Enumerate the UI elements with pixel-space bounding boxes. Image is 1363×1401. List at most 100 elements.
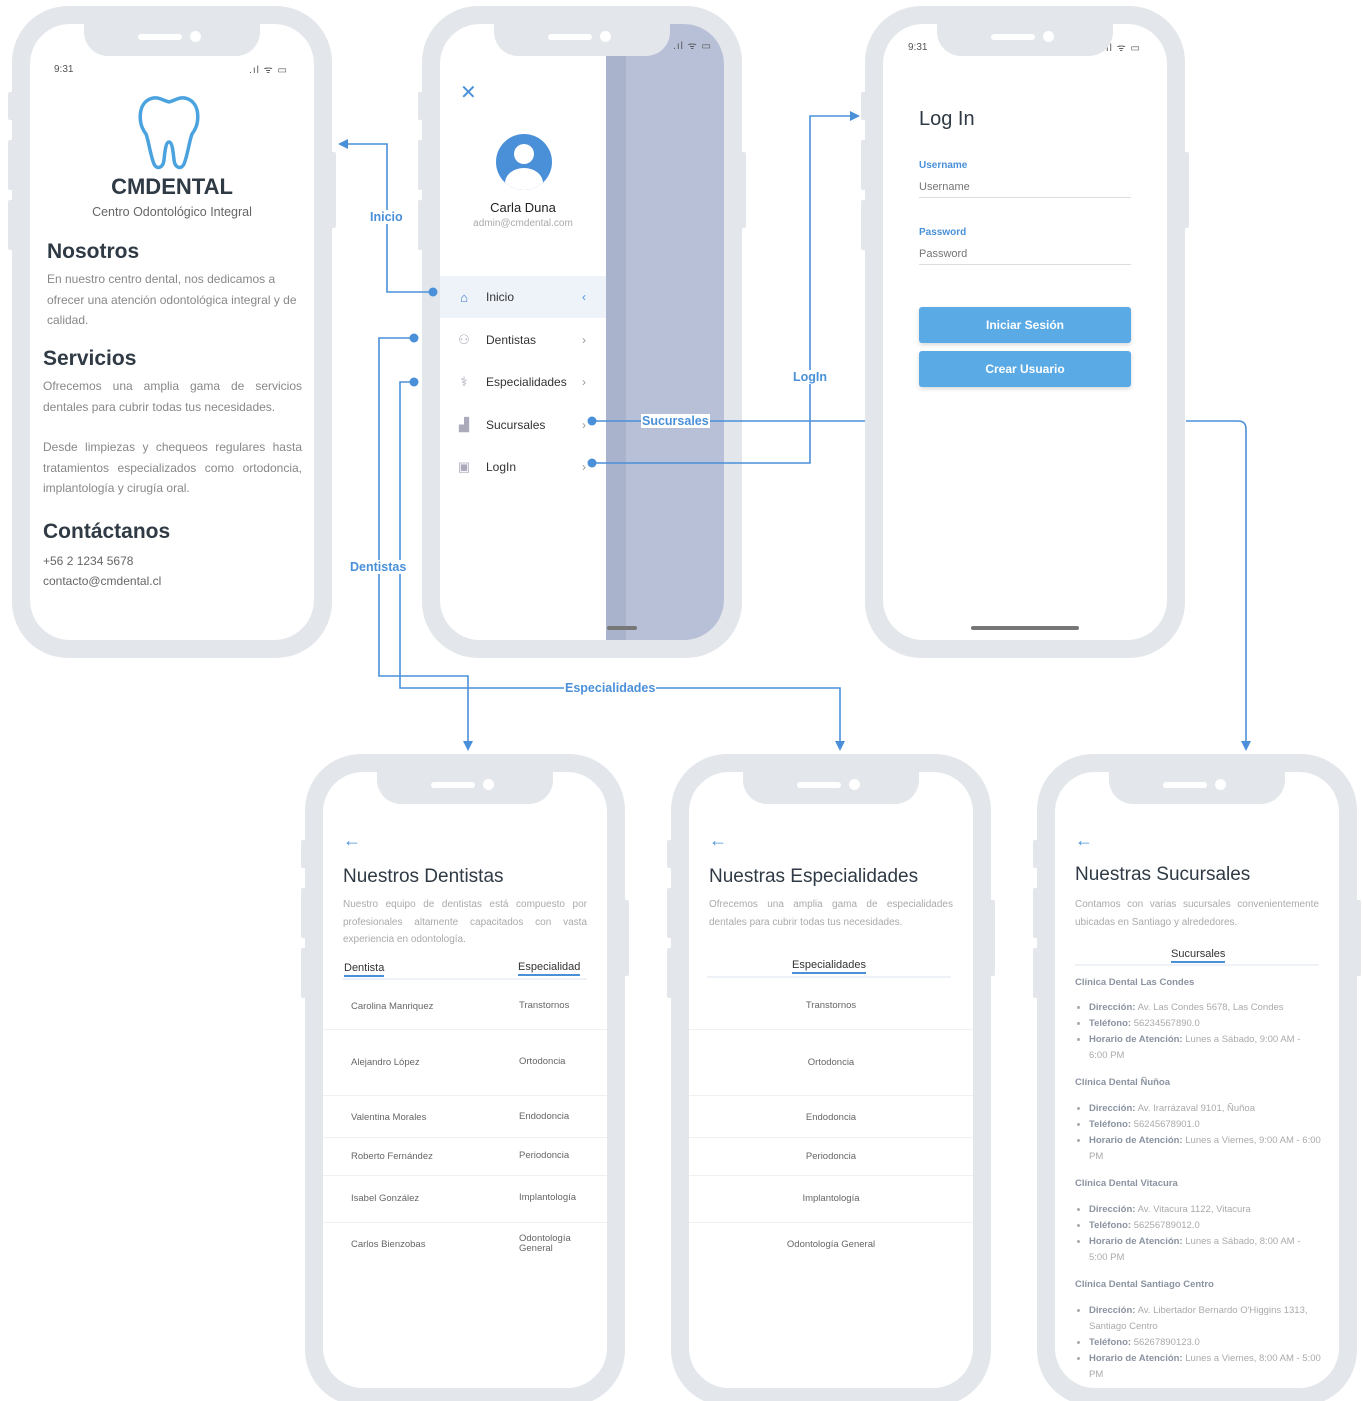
- brand-subtitle: Centro Odontológico Integral: [92, 205, 252, 219]
- table-row[interactable]: Roberto Fernández Periodoncia: [323, 1138, 607, 1176]
- specialties-screen: ← Nuestras Especialidades Ofrecemos una …: [689, 772, 973, 1388]
- page-title: Nuestras Sucursales: [1075, 864, 1251, 885]
- dentist-specialty: Endodoncia: [519, 1111, 570, 1122]
- menu-screen: .ıl ᯤ ▭ ✕ Carla Duna admin@cmdental.com …: [440, 24, 724, 640]
- password-label: Password: [919, 227, 967, 238]
- table-row[interactable]: Alejandro López Ortodoncia: [323, 1030, 607, 1096]
- chevron-right-icon: ›: [582, 460, 586, 474]
- dentists-screen-phone: ← Nuestros Dentistas Nuestro equipo de d…: [301, 754, 629, 1401]
- username-input[interactable]: [919, 176, 1131, 198]
- table-row[interactable]: Valentina Morales Endodoncia: [323, 1096, 607, 1138]
- page-description: Nuestro equipo de dentistas está compues…: [343, 899, 587, 945]
- branch-name: Clínica Dental Las Condes: [1075, 977, 1195, 988]
- create-user-button[interactable]: Crear Usuario: [919, 351, 1131, 387]
- brand-name: CMDENTAL: [111, 174, 233, 199]
- dentist-specialty: Implantología: [519, 1192, 577, 1203]
- column-header-specialty[interactable]: Especialidad: [518, 961, 581, 976]
- chevron-right-icon: ›: [582, 375, 586, 389]
- column-header-dentist[interactable]: Dentista: [344, 962, 385, 977]
- specialty-name: Endodoncia: [805, 1112, 857, 1123]
- back-arrow-icon[interactable]: ←: [1075, 830, 1093, 851]
- column-header-branches[interactable]: Sucursales: [1171, 948, 1226, 963]
- dentist-name: Valentina Morales: [351, 1112, 427, 1123]
- notch: [377, 772, 553, 804]
- home-screen-phone: 9:31 .ıl ᯤ ▭ CMDENTAL Centro Odontológic…: [8, 6, 336, 658]
- dentist-name: Carlos Bienzobas: [351, 1239, 426, 1250]
- home-screen: 9:31 .ıl ᯤ ▭ CMDENTAL Centro Odontológic…: [30, 24, 314, 640]
- dentist-name: Roberto Fernández: [351, 1151, 433, 1162]
- page-title: Nuestras Especialidades: [709, 866, 919, 887]
- building-icon: ▟: [459, 417, 469, 432]
- specialty-name: Odontología General: [786, 1239, 876, 1250]
- page-title: Nuestros Dentistas: [343, 866, 504, 887]
- status-time: 9:31: [54, 64, 74, 75]
- user-email: admin@cmdental.com: [473, 218, 573, 229]
- list-item[interactable]: Transtornos: [689, 982, 973, 1030]
- menu-item-login[interactable]: ▣ LogIn ›: [440, 446, 606, 488]
- tooth-icon: ⚕: [460, 374, 468, 389]
- table-row[interactable]: Isabel González Implantología: [323, 1176, 607, 1223]
- signin-button[interactable]: Iniciar Sesión: [919, 307, 1131, 343]
- specialty-name: Periodoncia: [805, 1151, 857, 1162]
- chevron-left-icon: ‹: [582, 290, 586, 304]
- dentist-name: Alejandro López: [351, 1057, 420, 1068]
- connector-label-especialidades: Especialidades: [564, 681, 657, 695]
- tooth-logo-icon: [138, 96, 200, 170]
- dentist-name: Isabel González: [351, 1193, 420, 1204]
- menu-screen-phone: .ıl ᯤ ▭ ✕ Carla Duna admin@cmdental.com …: [418, 6, 746, 658]
- home-icon: ⌂: [460, 289, 468, 305]
- column-header-specialties[interactable]: Especialidades: [792, 959, 866, 974]
- services-text-1: Ofrecemos una amplia gama de servicios d…: [43, 379, 302, 414]
- specialty-name: Ortodoncia: [807, 1057, 855, 1068]
- contact-phone[interactable]: +56 2 1234 5678: [43, 551, 133, 572]
- branch-name: Clínica Dental Vitacura: [1075, 1178, 1178, 1189]
- table-row[interactable]: Carolina Manriquez Transtornos: [323, 984, 607, 1030]
- list-item[interactable]: Implantología: [689, 1176, 973, 1223]
- login-screen: 9:31 .ıl ᯤ ▭ Log In Username Password In…: [883, 24, 1167, 640]
- login-screen-phone: 9:31 .ıl ᯤ ▭ Log In Username Password In…: [861, 6, 1189, 658]
- list-item[interactable]: Endodoncia: [689, 1096, 973, 1138]
- services-title: Servicios: [43, 347, 137, 370]
- connector-label-sucursales: Sucursales: [641, 414, 710, 428]
- about-title: Nosotros: [47, 240, 140, 263]
- menu-item-label: Sucursales: [486, 418, 546, 432]
- back-arrow-icon[interactable]: ←: [709, 830, 727, 851]
- contact-title: Contáctanos: [43, 520, 171, 543]
- menu-item-dentistas[interactable]: ⚇ Dentistas ›: [440, 319, 606, 361]
- services-text-2: Desde limpiezas y chequeos regulares has…: [43, 440, 302, 495]
- back-arrow-icon[interactable]: ←: [343, 830, 361, 851]
- dentists-screen: ← Nuestros Dentistas Nuestro equipo de d…: [323, 772, 607, 1388]
- username-label: Username: [919, 160, 968, 171]
- menu-item-label: Dentistas: [486, 333, 537, 347]
- close-icon[interactable]: ✕: [460, 80, 477, 105]
- contact-email[interactable]: contacto@cmdental.cl: [43, 571, 161, 592]
- list-item[interactable]: Odontología General: [689, 1223, 973, 1273]
- status-time: 9:31: [908, 42, 928, 53]
- about-text: En nuestro centro dental, nos dedicamos …: [47, 272, 297, 327]
- password-input[interactable]: [919, 243, 1131, 265]
- page-description: Ofrecemos una amplia gama de especialida…: [709, 899, 953, 928]
- dentist-specialty: Periodoncia: [519, 1150, 570, 1161]
- menu-item-sucursales[interactable]: ▟ Sucursales ›: [440, 404, 606, 446]
- list-item[interactable]: Ortodoncia: [689, 1030, 973, 1096]
- home-indicator: [607, 626, 637, 630]
- menu-item-especialidades[interactable]: ⚕ Especialidades ›: [440, 361, 606, 403]
- drawer-overlay[interactable]: [606, 24, 724, 640]
- specialty-name: Implantología: [802, 1193, 860, 1204]
- chevron-right-icon: ›: [582, 333, 586, 347]
- connector-label-inicio: Inicio: [369, 210, 404, 224]
- chevron-right-icon: ›: [582, 418, 586, 432]
- table-row[interactable]: Carlos Bienzobas Odontología General: [323, 1223, 607, 1273]
- dentist-specialty: Odontología General: [519, 1233, 571, 1254]
- connector-sucursales-right: [1186, 420, 1251, 751]
- notch: [1109, 772, 1285, 804]
- menu-item-inicio[interactable]: ⌂ Inicio ‹: [440, 276, 606, 318]
- id-card-icon: ▣: [457, 459, 471, 474]
- list-item[interactable]: Periodoncia: [689, 1138, 973, 1176]
- notch: [743, 772, 919, 804]
- branches-screen: ← Nuestras Sucursales Contamos con varia…: [1055, 772, 1339, 1388]
- menu-item-label: Especialidades: [486, 375, 567, 389]
- branch-details: Dirección: Av. Irarrázaval 9101, Ñuñoa T…: [1089, 1101, 1321, 1165]
- user-name: Carla Duna: [490, 200, 556, 215]
- home-indicator: [971, 626, 1079, 630]
